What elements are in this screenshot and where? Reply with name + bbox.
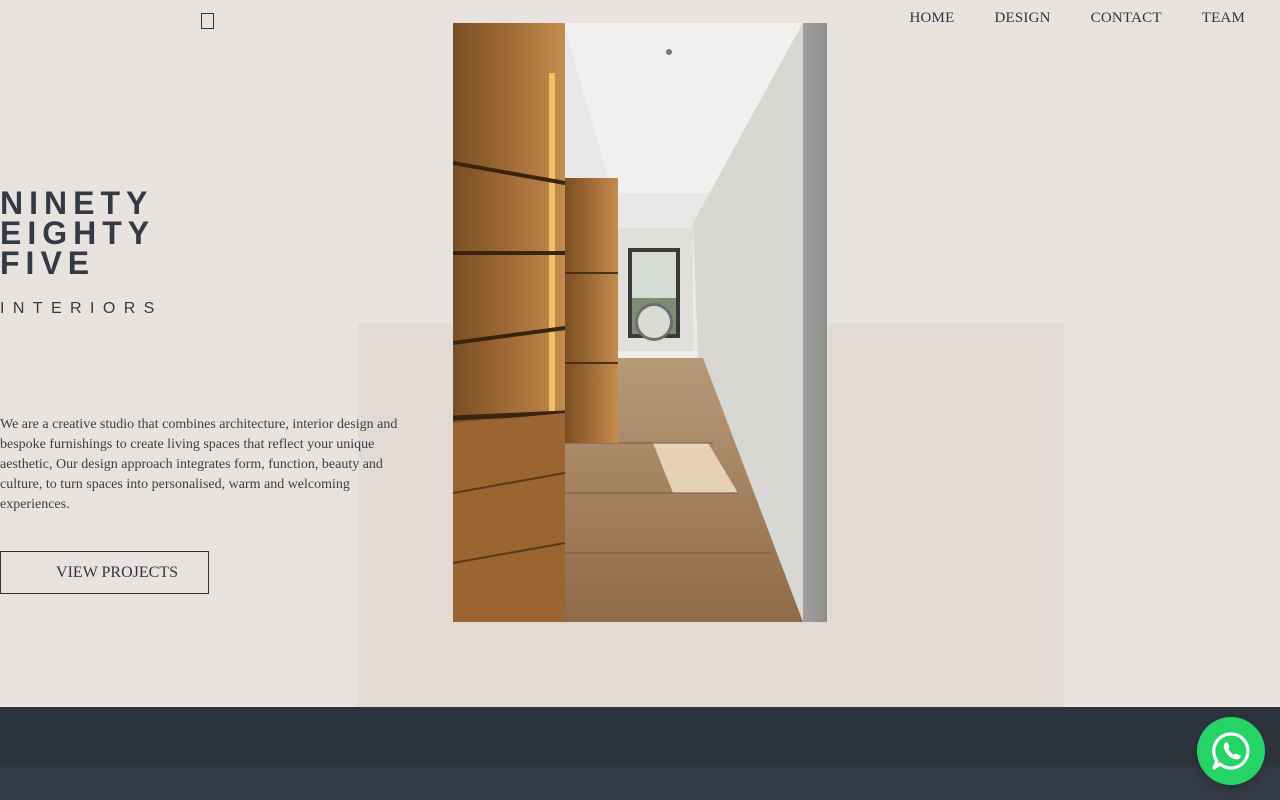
whatsapp-button[interactable]: [1197, 717, 1265, 785]
nav-home-link[interactable]: HOME: [909, 10, 954, 27]
nav-design-link[interactable]: DESIGN: [994, 10, 1050, 27]
view-projects-button[interactable]: VIEW PROJECTS: [0, 551, 209, 594]
logo-line-1: NINETY: [0, 185, 154, 221]
hero-image: [453, 23, 827, 622]
main-nav: HOME DESIGN CONTACT TEAM: [909, 10, 1245, 27]
logo-line-3: FIVE: [0, 245, 96, 281]
footer-band: [0, 707, 1280, 767]
nav-contact-link[interactable]: CONTACT: [1091, 10, 1162, 27]
whatsapp-icon: [1212, 732, 1250, 770]
logo-subtitle: INTERIORS: [0, 300, 163, 317]
intro-text: We are a creative studio that combines a…: [0, 417, 398, 512]
nav-team-link[interactable]: TEAM: [1202, 10, 1245, 27]
logo-line-2: EIGHTY: [0, 215, 156, 251]
menu-icon[interactable]: [201, 13, 214, 29]
footer: [0, 767, 1280, 800]
brand-logo[interactable]: NINETY EIGHTY FIVE INTERIORS: [0, 185, 163, 318]
